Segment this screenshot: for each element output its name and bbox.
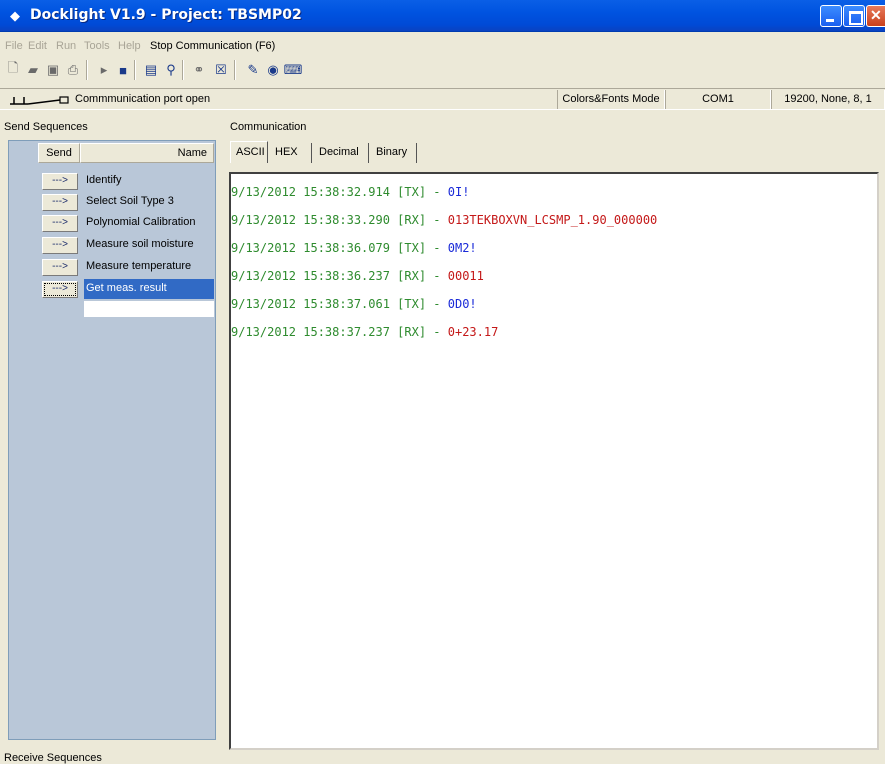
sequence-name[interactable]: Get meas. result	[84, 279, 214, 299]
header-name[interactable]: Name	[80, 143, 214, 163]
tab-ascii[interactable]: ASCII	[230, 141, 268, 163]
com-port: COM1	[665, 90, 771, 109]
sequence-name[interactable]: Measure soil moisture	[84, 235, 214, 255]
comm-data: 0I!	[447, 185, 470, 199]
menu-file[interactable]: File	[5, 40, 23, 52]
menu-stop-communication[interactable]: Stop Communication (F6)	[150, 40, 275, 52]
colors-fonts-mode[interactable]: Colors&Fonts Mode	[557, 90, 665, 109]
save-icon[interactable]: ▣	[44, 61, 62, 79]
send-button[interactable]: --->	[42, 215, 78, 232]
sequence-row: ---> Measure soil moisture	[14, 234, 214, 255]
tab-binary[interactable]: Binary	[371, 143, 417, 163]
properties-icon[interactable]: ▤	[142, 61, 160, 79]
toolbar-separator	[86, 60, 88, 80]
port-open-icon	[10, 96, 69, 105]
maximize-button[interactable]	[843, 5, 865, 27]
title-bar[interactable]: ◆ Docklight V1.9 - Project: TBSMP02	[0, 0, 885, 32]
comm-data: 0D0!	[447, 297, 477, 311]
tab-decimal[interactable]: Decimal	[314, 143, 369, 163]
clear-icon[interactable]: ☒	[212, 61, 230, 79]
comm-line: 9/13/2012 15:38:37.237 [RX] - 0+23.17	[231, 325, 498, 339]
comm-line: 9/13/2012 15:38:33.290 [RX] - 013TEKBOXV…	[231, 213, 657, 227]
new-file-icon[interactable]: 🗋	[4, 60, 22, 79]
open-folder-icon[interactable]: ▰	[24, 61, 42, 79]
comm-timestamp: 9/13/2012 15:38:37.237 [RX] -	[231, 325, 448, 339]
play-icon[interactable]: ▸	[95, 61, 113, 79]
comm-timestamp: 9/13/2012 15:38:36.079 [TX] -	[231, 241, 448, 255]
menu-help[interactable]: Help	[118, 40, 141, 52]
toolbar: 🗋 ▰ ▣ ⎙ ▸ ■ ▤ ⚲ ⚭ ☒ ✎ ◉ ⌨	[0, 57, 885, 85]
comm-line: 9/13/2012 15:38:37.061 [TX] - 0D0!	[231, 297, 477, 311]
sequence-name[interactable]: Select Soil Type 3	[84, 192, 214, 212]
toolbar-separator	[182, 60, 184, 80]
menu-edit[interactable]: Edit	[28, 40, 47, 52]
communication-window[interactable]	[229, 172, 879, 750]
comm-line: 9/13/2012 15:38:32.914 [TX] - 0I!	[231, 185, 469, 199]
print-icon[interactable]: ⎙	[64, 61, 82, 79]
sequence-row: ---> Measure temperature	[14, 256, 214, 277]
sequence-name[interactable]: Polynomial Calibration	[84, 213, 214, 233]
menu-bar: File Edit Run Tools Help Stop Communicat…	[0, 36, 885, 56]
port-settings: 19200, None, 8, 1	[771, 90, 885, 109]
send-button[interactable]: --->	[42, 281, 78, 298]
menu-run[interactable]: Run	[56, 40, 76, 52]
new-sequence-cell[interactable]	[84, 301, 214, 317]
comm-data: 0M2!	[447, 241, 477, 255]
send-button[interactable]: --->	[42, 194, 78, 211]
window-title: Docklight V1.9 - Project: TBSMP02	[30, 7, 302, 23]
comm-data: 00011	[447, 269, 484, 283]
app-window: ◆ Docklight V1.9 - Project: TBSMP02 File…	[0, 0, 885, 764]
capture-icon[interactable]: ◉	[264, 61, 282, 79]
sequence-row: ---> Identify	[14, 170, 214, 191]
find-icon[interactable]: ⚭	[190, 61, 208, 79]
app-icon: ◆	[10, 8, 20, 23]
comm-data: 0+23.17	[447, 325, 499, 339]
comm-data: 013TEKBOXVN_LCSMP_1.90_000000	[447, 213, 658, 227]
comm-timestamp: 9/13/2012 15:38:36.237 [RX] -	[231, 269, 448, 283]
send-grid-header: Send Name	[14, 143, 214, 163]
send-button[interactable]: --->	[42, 259, 78, 276]
sequence-row: ---> Select Soil Type 3	[14, 191, 214, 212]
script-edit-icon[interactable]: ✎	[244, 61, 262, 79]
keyboard-icon[interactable]: ⌨	[284, 61, 303, 79]
receive-sequences-title: Receive Sequences	[4, 752, 102, 764]
comm-timestamp: 9/13/2012 15:38:32.914 [TX] -	[231, 185, 448, 199]
comm-timestamp: 9/13/2012 15:38:37.061 [TX] -	[231, 297, 448, 311]
sequence-row: ---> Get meas. result	[14, 278, 214, 299]
menu-tools[interactable]: Tools	[84, 40, 110, 52]
port-status-text: Commmunication port open	[75, 93, 211, 105]
send-sequences-title: Send Sequences	[4, 121, 88, 133]
sequence-name[interactable]: Identify	[84, 171, 214, 191]
close-button[interactable]	[866, 5, 885, 27]
sequence-row: ---> Polynomial Calibration	[14, 212, 214, 233]
toolbar-separator	[234, 60, 236, 80]
port-settings-icon[interactable]: ⚲	[162, 61, 180, 79]
comm-line: 9/13/2012 15:38:36.079 [TX] - 0M2!	[231, 241, 477, 255]
comm-timestamp: 9/13/2012 15:38:33.290 [RX] -	[231, 213, 448, 227]
comm-line: 9/13/2012 15:38:36.237 [RX] - 00011	[231, 269, 484, 283]
send-button[interactable]: --->	[42, 237, 78, 254]
minimize-button[interactable]	[820, 5, 842, 27]
tab-hex[interactable]: HEX	[270, 143, 312, 163]
send-button[interactable]: --->	[42, 173, 78, 190]
sequence-name[interactable]: Measure temperature	[84, 257, 214, 277]
header-send[interactable]: Send	[38, 143, 80, 163]
stop-icon[interactable]: ■	[114, 61, 132, 79]
toolbar-separator	[134, 60, 136, 80]
communication-title: Communication	[230, 121, 307, 133]
status-bar: Commmunication port open Colors&Fonts Mo…	[0, 88, 885, 110]
